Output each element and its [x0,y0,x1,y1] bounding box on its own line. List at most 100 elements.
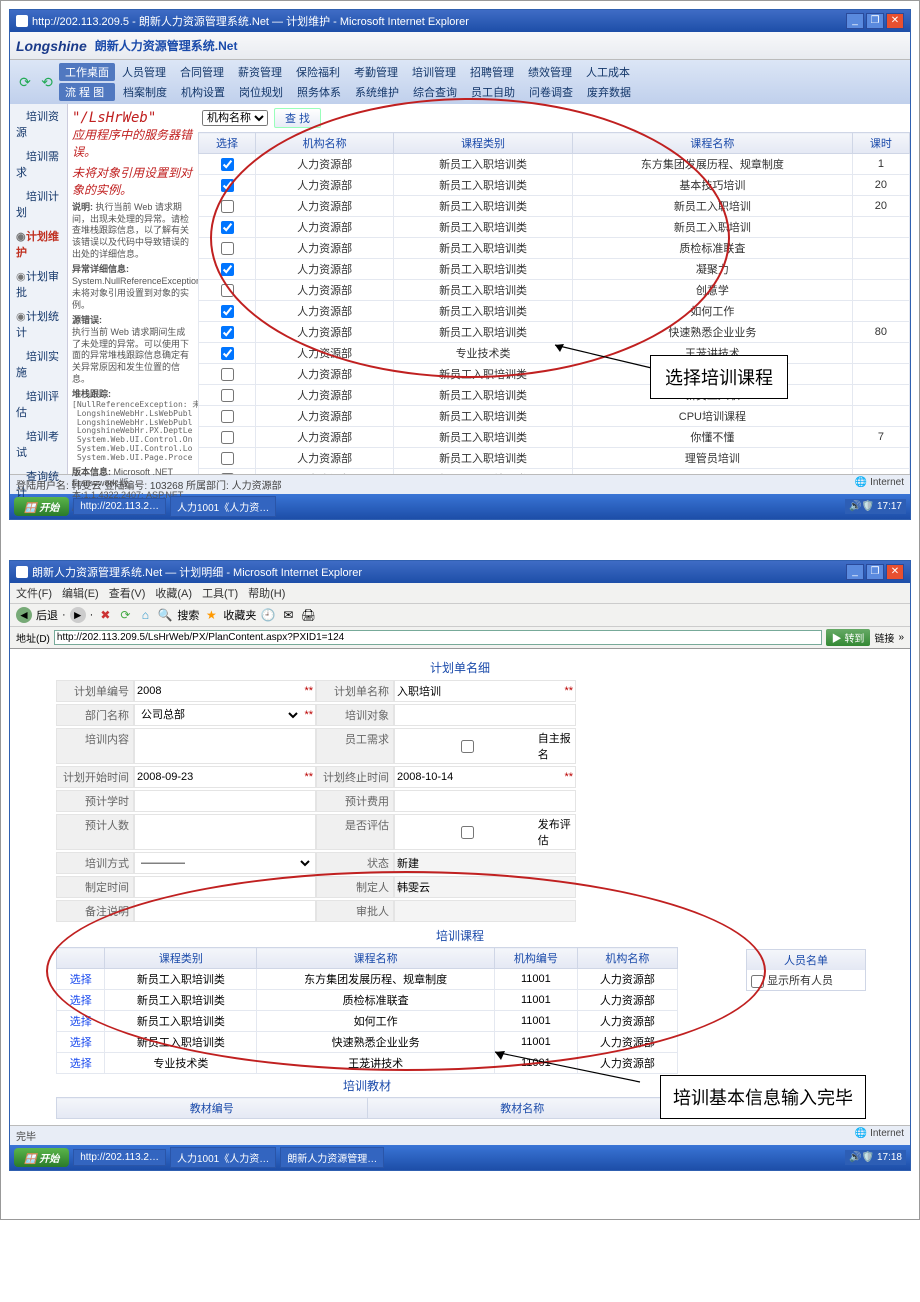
target-input[interactable] [397,709,573,721]
ie-menu-item[interactable]: 文件(F) [16,585,52,601]
eval-checkbox[interactable] [397,826,538,839]
menu-item[interactable]: 综合查询 [407,83,463,101]
start-input[interactable] [137,771,301,783]
search-icon[interactable]: 🔍 [157,607,173,623]
row-checkbox[interactable] [221,347,234,360]
menu-item[interactable]: 培训管理 [406,62,464,82]
row-checkbox[interactable] [221,179,234,192]
sidebar-item[interactable]: ◉计划审批 [10,264,67,304]
forward-icon[interactable]: ► [70,607,86,623]
plan-no-input[interactable] [137,685,301,697]
row-checkbox[interactable] [221,452,234,465]
menu-item[interactable]: 保险福利 [290,62,348,82]
mode-select[interactable]: ———— [137,856,313,870]
refresh-icon[interactable]: ⟳ [117,607,133,623]
start-button[interactable]: 🪟 开始 [14,497,69,516]
menu-item[interactable]: 系统维护 [349,83,405,101]
row-checkbox[interactable] [221,200,234,213]
taskbar-item[interactable]: http://202.113.2… [73,498,166,515]
search-label[interactable]: 搜索 [177,607,199,623]
sidebar-item[interactable]: 培训需求 [10,144,67,184]
row-checkbox[interactable] [221,221,234,234]
menu-item[interactable]: 合同管理 [174,62,232,82]
select-link[interactable]: 选择 [57,1032,105,1053]
forward-icon[interactable]: ⟲ [36,62,58,102]
taskbar-item[interactable]: 人力1001《人力资… [170,496,276,517]
menu-item[interactable]: 流 程 图 [59,83,115,101]
menu-item[interactable]: 问卷调查 [523,83,579,101]
select-link[interactable]: 选择 [57,990,105,1011]
cost-input[interactable] [397,795,573,807]
select-link[interactable]: 选择 [57,1011,105,1032]
menu-item[interactable]: 人员管理 [116,62,174,82]
row-checkbox[interactable] [221,263,234,276]
links-label[interactable]: 链接 [874,630,894,645]
staff-need-checkbox[interactable] [397,740,538,753]
org-dropdown[interactable]: 机构名称 [202,110,268,126]
row-checkbox[interactable] [221,389,234,402]
people-input[interactable] [137,826,313,838]
sidebar-item[interactable]: ◉计划维护 [10,224,67,264]
content-input[interactable] [137,740,313,752]
menu-item[interactable]: 废弃数据 [581,83,637,101]
menu-item[interactable]: 照务体系 [291,83,347,101]
sidebar-item[interactable]: 培训考试 [10,424,67,464]
ie-menu-item[interactable]: 编辑(E) [62,585,99,601]
row-checkbox[interactable] [221,284,234,297]
sidebar-item[interactable]: 培训资源 [10,104,67,144]
row-checkbox[interactable] [221,158,234,171]
show-all-checkbox[interactable] [751,975,764,988]
row-checkbox[interactable] [221,242,234,255]
stop-icon[interactable]: ✖ [97,607,113,623]
ie-menu-item[interactable]: 查看(V) [109,585,146,601]
menu-item[interactable]: 薪资管理 [232,62,290,82]
taskbar-item[interactable]: 朗新人力资源管理… [280,1147,384,1168]
ie-menu-item[interactable]: 工具(T) [202,585,238,601]
menu-item[interactable]: 考勤管理 [348,62,406,82]
history-icon[interactable]: 🕘 [260,607,276,623]
menu-item[interactable]: 绩效管理 [522,62,580,82]
menu-item[interactable]: 工作桌面 [59,63,115,81]
maximize-button[interactable]: ❐ [866,13,884,29]
favorites-icon[interactable]: ★ [203,607,219,623]
query-button[interactable]: 查 找 [274,108,321,128]
back-label[interactable]: 后退 [36,607,58,623]
row-checkbox[interactable] [221,410,234,423]
maketime-input[interactable] [137,881,313,893]
taskbar-item[interactable]: 人力1001《人力资… [170,1147,276,1168]
dept-select[interactable]: 公司总部 [137,708,301,722]
row-checkbox[interactable] [221,473,234,475]
row-checkbox[interactable] [221,305,234,318]
go-button[interactable]: ▶ 转到 [826,629,871,646]
remark-input[interactable] [137,905,313,917]
select-link[interactable]: 选择 [57,1053,105,1074]
row-checkbox[interactable] [221,431,234,444]
sidebar-item[interactable]: 培训计划 [10,184,67,224]
back-icon[interactable]: ⟳ [14,62,36,102]
favorites-label[interactable]: 收藏夹 [223,607,256,623]
menu-item[interactable]: 档案制度 [117,83,173,101]
ie-menu-item[interactable]: 收藏(A) [155,585,192,601]
end-input[interactable] [397,771,561,783]
menu-item[interactable]: 人工成本 [580,62,638,82]
home-icon[interactable]: ⌂ [137,607,153,623]
select-link[interactable]: 选择 [57,969,105,990]
row-checkbox[interactable] [221,326,234,339]
mail-icon[interactable]: ✉ [280,607,296,623]
maximize-button[interactable]: ❐ [866,564,884,580]
print-icon[interactable]: 🖨 [300,607,316,623]
sidebar-item[interactable]: ◉计划统计 [10,304,67,344]
plan-name-input[interactable] [397,685,561,697]
close-button[interactable]: ✕ [886,13,904,29]
taskbar-item[interactable]: http://202.113.2… [73,1149,166,1166]
hours-input[interactable] [137,795,313,807]
start-button[interactable]: 🪟 开始 [14,1148,69,1167]
menu-item[interactable]: 机构设置 [175,83,231,101]
menu-item[interactable]: 岗位规划 [233,83,289,101]
row-checkbox[interactable] [221,368,234,381]
sidebar-item[interactable]: 培训实施 [10,344,67,384]
address-input[interactable] [54,630,822,645]
menu-item[interactable]: 员工自助 [465,83,521,101]
menu-item[interactable]: 招聘管理 [464,62,522,82]
minimize-button[interactable]: _ [846,13,864,29]
